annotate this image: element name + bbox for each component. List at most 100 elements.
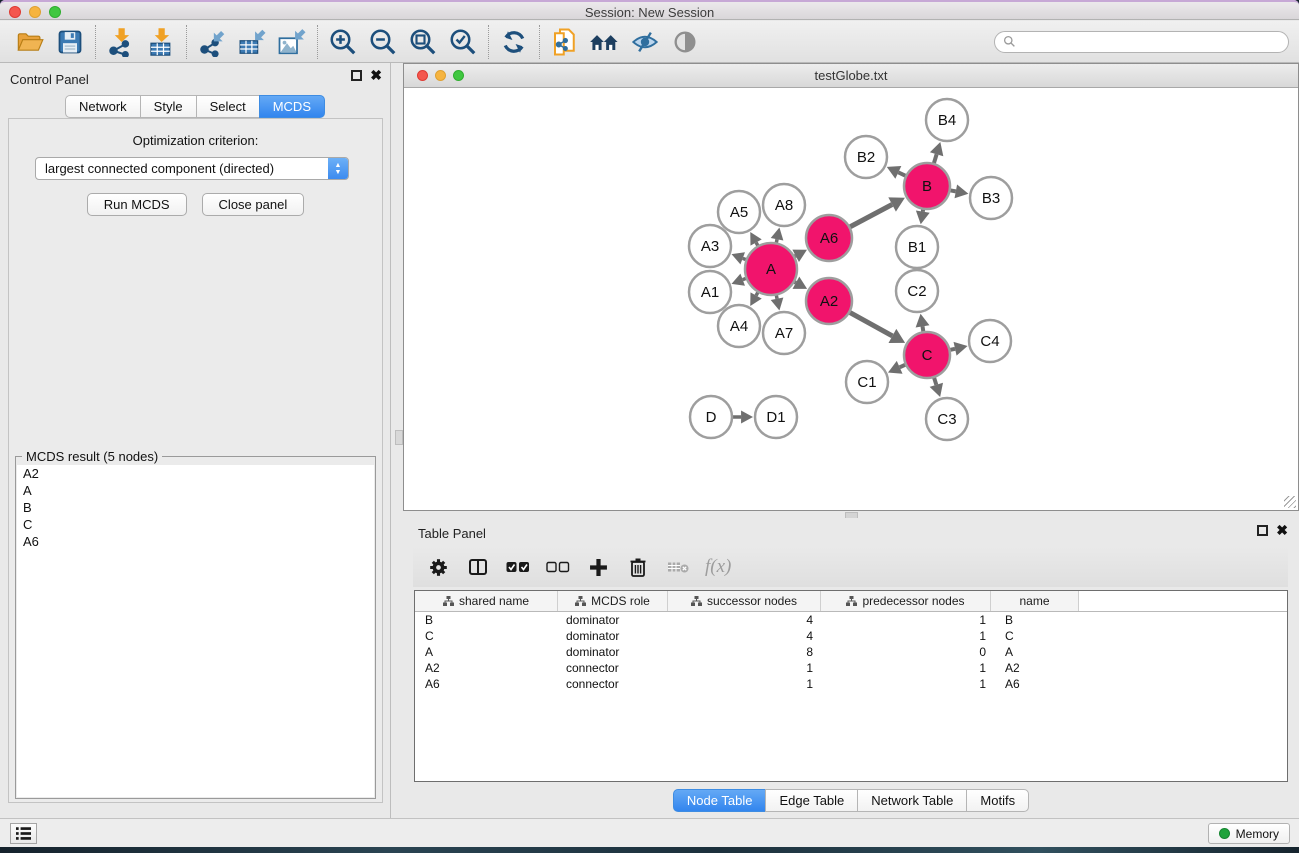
cell-name: A6: [991, 677, 1079, 691]
search-icon: [1003, 35, 1016, 48]
save-session-button[interactable]: [50, 24, 90, 60]
cell-successor-nodes: 4: [668, 613, 821, 627]
float-table-panel-icon[interactable]: [1257, 525, 1268, 536]
edge-C-C3[interactable]: [934, 378, 936, 385]
tab-network[interactable]: Network: [65, 95, 141, 118]
edge-A-A8[interactable]: [776, 239, 777, 242]
export-table-button[interactable]: [232, 24, 272, 60]
window-resize-grip[interactable]: [1284, 496, 1296, 508]
network-canvas[interactable]: B4B2BB3A8A5A6A3B1AA1C2A2A4A7C4CC1C3DD1: [404, 89, 1298, 510]
node-label: B3: [982, 190, 1000, 207]
export-image-button[interactable]: [272, 24, 312, 60]
tab-select[interactable]: Select: [196, 95, 260, 118]
refresh-button[interactable]: [494, 24, 534, 60]
close-panel-button[interactable]: Close panel: [202, 193, 305, 216]
tab-node-table[interactable]: Node Table: [673, 789, 767, 812]
network-window-title: testGlobe.txt: [404, 68, 1298, 83]
memory-button[interactable]: Memory: [1208, 823, 1290, 844]
checked-boxes-icon: [506, 561, 530, 574]
add-column-button[interactable]: [585, 554, 611, 580]
cell-successor-nodes: 1: [668, 661, 821, 675]
tab-network-table[interactable]: Network Table: [857, 789, 967, 812]
edge-arrowhead: [916, 314, 930, 328]
tab-motifs[interactable]: Motifs: [966, 789, 1029, 812]
edge-C-C4[interactable]: [950, 349, 955, 350]
close-table-panel-icon[interactable]: ✖: [1276, 525, 1288, 536]
export-network-button[interactable]: [192, 24, 232, 60]
desktop-background: Session: New Session: [0, 0, 1299, 853]
edge-C-C2[interactable]: [923, 326, 924, 331]
column-header-name[interactable]: name: [991, 591, 1079, 611]
edge-arrowhead: [741, 411, 753, 424]
edge-C-C1[interactable]: [900, 365, 905, 367]
zoom-fit-button[interactable]: [403, 24, 443, 60]
mcds-result-item[interactable]: A6: [17, 533, 374, 550]
eye-slash-icon: [630, 28, 660, 56]
mcds-result-item[interactable]: A: [17, 482, 374, 499]
optimization-criterion-select[interactable]: largest connected component (directed) ▲…: [35, 157, 349, 180]
mcds-result-item[interactable]: C: [17, 516, 374, 533]
column-header-mcds-role[interactable]: MCDS role: [558, 591, 668, 611]
select-all-button[interactable]: [505, 554, 531, 580]
table-row[interactable]: Cdominator41C: [415, 628, 1287, 644]
column-header-predecessor-nodes[interactable]: predecessor nodes: [821, 591, 991, 611]
cell-shared-name: B: [415, 613, 558, 627]
edge-A-A5[interactable]: [756, 242, 758, 245]
edge-A-A1[interactable]: [743, 279, 746, 280]
edge-A-A4[interactable]: [756, 293, 758, 296]
home-button[interactable]: [585, 24, 625, 60]
tab-edge-table[interactable]: Edge Table: [765, 789, 858, 812]
delete-column-button[interactable]: [625, 554, 651, 580]
zoom-out-button[interactable]: [363, 24, 403, 60]
table-header-row: shared nameMCDS rolesuccessor nodesprede…: [415, 591, 1287, 612]
tab-mcds[interactable]: MCDS: [259, 95, 325, 118]
edge-A6-B[interactable]: [850, 205, 892, 227]
tab-style[interactable]: Style: [140, 95, 197, 118]
node-label: D: [706, 409, 717, 426]
edge-A-A3[interactable]: [743, 258, 746, 259]
column-header-shared-name[interactable]: shared name: [415, 591, 558, 611]
export-image-icon: [277, 27, 307, 57]
open-session-button[interactable]: [10, 24, 50, 60]
search-field[interactable]: [994, 31, 1289, 53]
function-builder-button[interactable]: f(x): [705, 556, 731, 578]
toolbar-separator: [186, 25, 187, 59]
float-panel-icon[interactable]: [351, 70, 362, 81]
cell-name: C: [991, 629, 1079, 643]
edge-A2-C[interactable]: [850, 313, 892, 336]
import-table-button[interactable]: [141, 24, 181, 60]
edge-A-A7[interactable]: [776, 295, 777, 298]
delete-table-button[interactable]: [665, 554, 691, 580]
zoom-selected-icon: [448, 27, 478, 57]
node-label: A6: [820, 230, 838, 247]
table-row[interactable]: Bdominator41B: [415, 612, 1287, 628]
run-mcds-button[interactable]: Run MCDS: [87, 193, 187, 216]
zoom-out-icon: [368, 27, 398, 57]
show-columns-button[interactable]: [465, 554, 491, 580]
close-panel-icon[interactable]: ✖: [370, 70, 382, 81]
edge-B-B2[interactable]: [898, 172, 905, 175]
status-bar: Memory: [0, 818, 1299, 847]
mcds-result-item[interactable]: A2: [17, 465, 374, 482]
edge-B-B4[interactable]: [934, 154, 937, 163]
table-row[interactable]: Adominator80A: [415, 644, 1287, 660]
edge-arrowhead: [771, 228, 784, 241]
table-row[interactable]: A6connector11A6: [415, 676, 1287, 692]
network-file-icon: [550, 27, 580, 57]
network-from-file-button[interactable]: [545, 24, 585, 60]
column-header-successor-nodes[interactable]: successor nodes: [668, 591, 821, 611]
show-detail-button[interactable]: [665, 24, 705, 60]
hide-detail-button[interactable]: [625, 24, 665, 60]
table-row[interactable]: A2connector11A2: [415, 660, 1287, 676]
edge-B-B3[interactable]: [951, 190, 956, 191]
mcds-result-item[interactable]: B: [17, 499, 374, 516]
zoom-in-button[interactable]: [323, 24, 363, 60]
zoom-selected-button[interactable]: [443, 24, 483, 60]
table-settings-button[interactable]: [425, 554, 451, 580]
deselect-all-button[interactable]: [545, 554, 571, 580]
search-input[interactable]: [1021, 35, 1280, 49]
import-network-button[interactable]: [101, 24, 141, 60]
task-history-button[interactable]: [10, 823, 37, 844]
node-label: A: [766, 261, 776, 278]
vertical-divider-grip[interactable]: [395, 430, 403, 445]
